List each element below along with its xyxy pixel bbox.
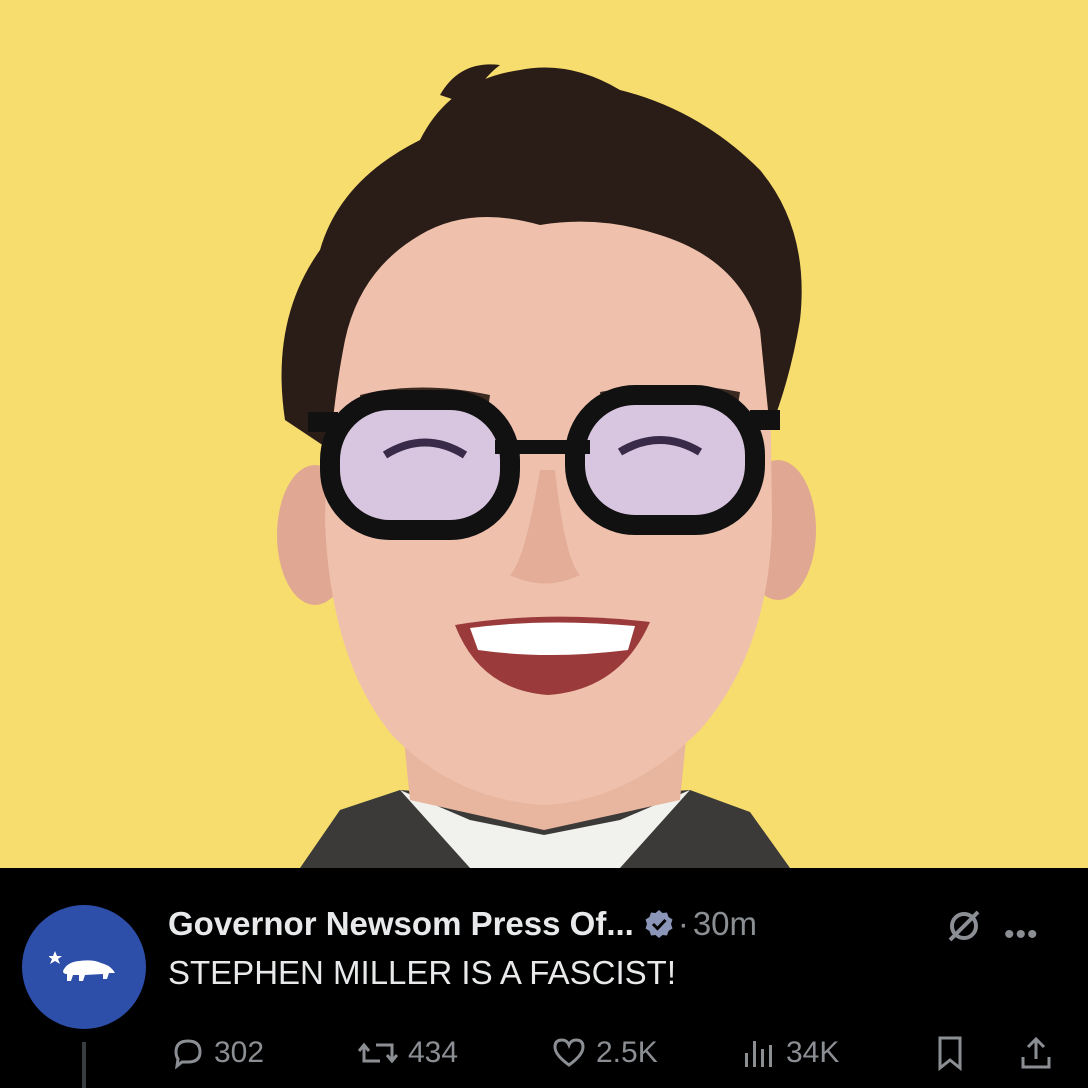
reply-count: 302: [214, 1036, 265, 1069]
display-name[interactable]: Governor Newsom Press Of...: [168, 905, 634, 943]
grok-icon[interactable]: [944, 906, 984, 951]
reply-button[interactable]: 302: [172, 1030, 264, 1076]
separator-dot: ·: [677, 905, 689, 942]
repost-button[interactable]: 434: [358, 1030, 458, 1076]
post-header: Governor Newsom Press Of... · 30m: [168, 902, 757, 946]
post-timestamp[interactable]: 30m: [693, 905, 757, 943]
views-bar-chart-icon: [745, 1041, 772, 1067]
reply-icon: [174, 1039, 202, 1069]
views-button[interactable]: 34K: [742, 1030, 839, 1076]
like-count: 2.5K: [596, 1036, 658, 1069]
like-button[interactable]: 2.5K: [552, 1030, 658, 1076]
bookmark-button[interactable]: [936, 1030, 974, 1076]
bookmark-icon: [938, 1036, 962, 1071]
post-image[interactable]: [0, 0, 1088, 868]
verified-badge-icon: [644, 909, 674, 939]
avatar[interactable]: [22, 905, 146, 1029]
heart-icon: [553, 1038, 585, 1067]
post-text: STEPHEN MILLER IS A FASCIST!: [168, 954, 676, 991]
california-bear-icon: [48, 945, 119, 990]
thread-connector-line: [82, 1042, 86, 1088]
more-options-icon[interactable]: •••: [1004, 918, 1039, 952]
action-bar: 302 434 2.5K 34K: [168, 1030, 1068, 1076]
view-count: 34K: [786, 1036, 840, 1069]
share-button[interactable]: [1020, 1030, 1062, 1076]
share-icon: [1021, 1036, 1051, 1069]
repost-icon: [358, 1042, 398, 1064]
portrait-illustration: [277, 64, 816, 868]
repost-count: 434: [408, 1036, 459, 1069]
